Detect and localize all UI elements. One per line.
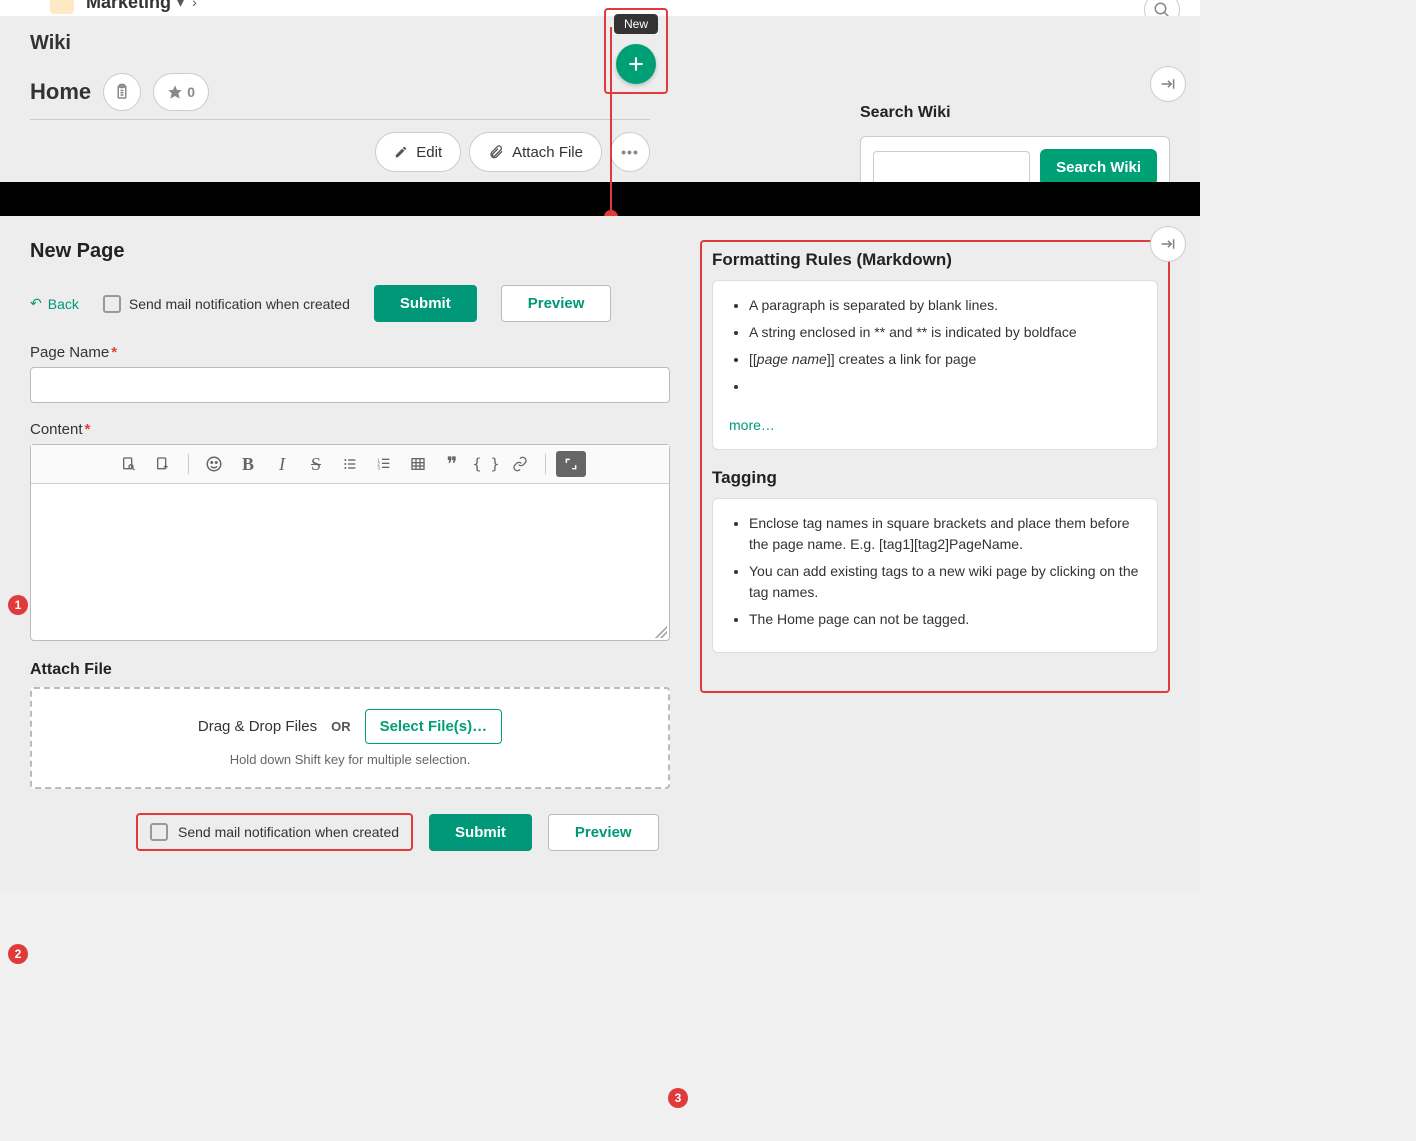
search-wiki-button[interactable]: Search Wiki	[1040, 149, 1157, 186]
notify-label: Send mail notification when created	[129, 296, 350, 312]
annotation-marker-3: 3	[668, 1088, 688, 1108]
table-icon[interactable]	[403, 451, 433, 477]
or-text: OR	[331, 719, 351, 734]
breadcrumb-project[interactable]: Marketing	[86, 0, 171, 13]
collapse-sidebar-button-2[interactable]	[1150, 226, 1186, 262]
search-wiki-input[interactable]	[873, 151, 1030, 185]
bullet-list-icon[interactable]	[335, 451, 365, 477]
notify-checkbox-row[interactable]: Send mail notification when created	[103, 295, 350, 313]
more-link[interactable]: more…	[729, 417, 775, 433]
resize-handle[interactable]	[655, 626, 667, 638]
strikethrough-icon[interactable]: S	[301, 451, 331, 477]
emoji-icon[interactable]	[199, 451, 229, 477]
content-label: Content*	[30, 421, 670, 438]
page-name-label: Page Name*	[30, 344, 670, 361]
wiki-section-title: Wiki	[30, 32, 1170, 55]
new-page-fab[interactable]	[616, 44, 656, 84]
star-button[interactable]: 0	[153, 73, 209, 111]
undo-icon: ↶	[30, 295, 42, 312]
code-icon[interactable]: { }	[471, 451, 501, 477]
annotation-line	[610, 27, 612, 227]
formatting-rule: A paragraph is separated by blank lines.	[749, 295, 1141, 316]
page-title: Home	[30, 79, 91, 105]
attach-file-button[interactable]: Attach File	[469, 132, 602, 172]
attach-file-label: Attach File	[30, 661, 670, 679]
formatting-rule	[749, 376, 1141, 397]
tagging-rule: Enclose tag names in square brackets and…	[749, 513, 1141, 555]
notify-label-bottom: Send mail notification when created	[178, 824, 399, 840]
bottom-notify-callout: Send mail notification when created	[136, 813, 413, 851]
preview-button-bottom[interactable]: Preview	[548, 814, 659, 851]
search-wiki-title: Search Wiki	[860, 104, 1170, 122]
insert-page-icon[interactable]	[148, 451, 178, 477]
italic-icon[interactable]: I	[267, 451, 297, 477]
number-list-icon[interactable]: 123	[369, 451, 399, 477]
attach-label: Attach File	[512, 144, 583, 161]
notify-checkbox-bottom[interactable]	[150, 823, 168, 841]
edit-button[interactable]: Edit	[375, 132, 461, 172]
fullscreen-icon[interactable]	[556, 451, 586, 477]
tagging-title: Tagging	[712, 468, 1158, 488]
chevron-down-icon[interactable]: ▾	[177, 0, 184, 11]
back-label: Back	[48, 296, 79, 312]
more-actions-button[interactable]: •••	[610, 132, 650, 172]
project-logo	[50, 0, 74, 14]
submit-button[interactable]: Submit	[374, 285, 477, 322]
back-link[interactable]: ↶ Back	[30, 295, 79, 312]
formatting-rule: [[page name]] creates a link for page	[749, 349, 1141, 370]
editor-toolbar: B I S 123 ❞ { }	[31, 445, 669, 484]
collapse-sidebar-button[interactable]	[1150, 66, 1186, 102]
formatting-rules-list: A paragraph is separated by blank lines.…	[729, 295, 1141, 397]
edit-label: Edit	[416, 144, 442, 161]
select-files-button[interactable]: Select File(s)…	[365, 709, 503, 744]
clipboard-icon-button[interactable]	[103, 73, 141, 111]
file-dropzone[interactable]: Drag & Drop Files OR Select File(s)… Hol…	[30, 687, 670, 789]
drag-drop-text: Drag & Drop Files	[198, 718, 317, 735]
formatting-rules-title: Formatting Rules (Markdown)	[712, 250, 1158, 270]
new-button-callout: New	[604, 8, 668, 94]
quote-icon[interactable]: ❞	[437, 451, 467, 477]
shift-hint: Hold down Shift key for multiple selecti…	[52, 752, 648, 767]
hyperlink-icon[interactable]	[505, 451, 535, 477]
new-page-title: New Page	[30, 240, 670, 263]
tagging-card: Enclose tag names in square brackets and…	[712, 498, 1158, 653]
content-editor: B I S 123 ❞ { }	[30, 444, 670, 641]
submit-button-bottom[interactable]: Submit	[429, 814, 532, 851]
content-textarea[interactable]	[31, 484, 669, 640]
bold-icon[interactable]: B	[233, 451, 263, 477]
section-divider	[0, 182, 1200, 216]
tagging-rule: You can add existing tags to a new wiki …	[749, 561, 1141, 603]
page-name-input[interactable]	[30, 367, 670, 403]
star-count: 0	[187, 84, 195, 100]
formatting-callout: Formatting Rules (Markdown) A paragraph …	[700, 240, 1170, 693]
svg-text:3: 3	[377, 465, 380, 470]
formatting-rule: A string enclosed in ** and ** is indica…	[749, 322, 1141, 343]
chevron-right-icon: ›	[192, 0, 197, 10]
new-tooltip: New	[614, 14, 658, 34]
tagging-rules-list: Enclose tag names in square brackets and…	[729, 513, 1141, 630]
annotation-marker-2: 2	[8, 944, 28, 964]
preview-button[interactable]: Preview	[501, 285, 612, 322]
formatting-rules-card: A paragraph is separated by blank lines.…	[712, 280, 1158, 450]
notify-checkbox[interactable]	[103, 295, 121, 313]
annotation-marker-1: 1	[8, 595, 28, 615]
tagging-rule: The Home page can not be tagged.	[749, 609, 1141, 630]
link-page-icon[interactable]	[114, 451, 144, 477]
divider	[30, 119, 650, 120]
